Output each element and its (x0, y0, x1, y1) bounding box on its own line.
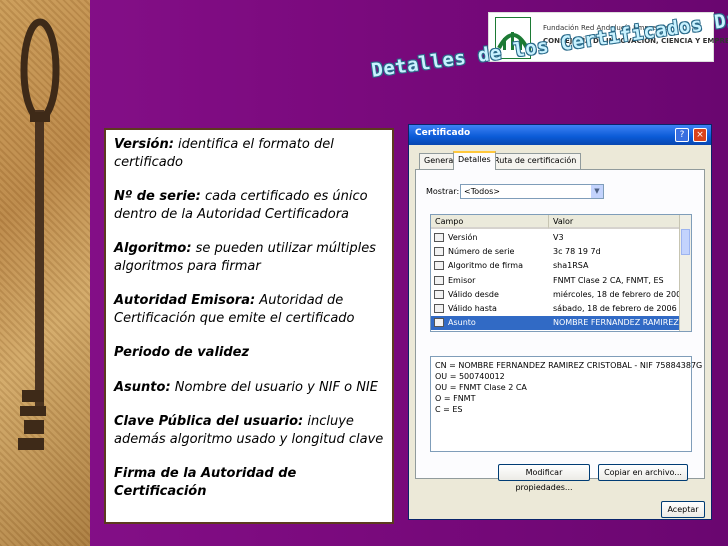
field-value: sha1RSA (553, 261, 589, 271)
dialog-title: Certificado (415, 128, 471, 138)
info-entry-algorithm: Algoritmo: se pueden utilizar múltiples … (114, 241, 376, 274)
certificate-dialog: Certificado ? × General Ruta de certific… (408, 124, 712, 520)
info-entry-issuer: Autoridad Emisora: Autoridad de Certific… (114, 293, 355, 326)
detail-line: O = FNMT (435, 394, 476, 403)
edit-properties-button[interactable]: Modificar propiedades... (498, 464, 590, 492)
list-item[interactable]: Versión V3 (431, 231, 681, 245)
info-entry-serial: Nº de serie: cada certificado es único d… (114, 189, 368, 222)
field-icon (434, 318, 444, 328)
copy-to-file-button[interactable]: Copiar en archivo... (598, 464, 688, 481)
field-value: 3c 78 19 7d (553, 247, 601, 257)
scrollbar[interactable] (679, 215, 691, 331)
accept-button[interactable]: Aceptar (661, 501, 705, 518)
dialog-titlebar[interactable]: Certificado ? × (409, 125, 711, 145)
detail-line: OU = FNMT Clase 2 CA (435, 383, 527, 392)
list-item[interactable]: Válido desde miércoles, 18 de febrero de … (431, 288, 681, 302)
scrollbar-thumb[interactable] (681, 229, 690, 255)
field-icon (434, 233, 444, 242)
field-value: miércoles, 18 de febrero de 2004 1 (553, 289, 681, 299)
antique-key-photo (0, 0, 90, 546)
field-name: Número de serie (448, 247, 515, 257)
detail-line: OU = 500740012 (435, 372, 505, 381)
field-icon (434, 275, 444, 285)
tab-certification-path[interactable]: Ruta de certificación (489, 153, 582, 169)
list-item[interactable]: Asunto NOMBRE FERNANDEZ RAMIREZ CRIS (431, 316, 681, 331)
list-item[interactable]: Válido hasta sábado, 18 de febrero de 200… (431, 302, 681, 316)
field-icon (434, 261, 444, 271)
field-value: sábado, 18 de febrero de 2006 18 (553, 304, 681, 313)
key-icon (18, 18, 60, 450)
detail-line: CN = NOMBRE FERNANDEZ RAMIREZ CRISTOBAL … (435, 361, 703, 370)
help-button[interactable]: ? (675, 128, 689, 142)
field-name: Algoritmo de firma (448, 261, 523, 271)
column-header-field[interactable]: Campo (431, 215, 549, 229)
info-entry-validity: Periodo de validez (114, 345, 250, 360)
field-name: Emisor (448, 275, 476, 285)
field-name: Versión (448, 233, 478, 242)
detail-line: C = ES (435, 405, 463, 414)
field-value: V3 (553, 233, 564, 242)
fields-list[interactable]: Campo Valor Versión V3 Número de serie 3c 7… (430, 214, 692, 332)
field-icon (434, 247, 444, 257)
field-value: FNMT Clase 2 CA, FNMT, ES (553, 275, 664, 285)
field-icon (434, 304, 444, 313)
show-label: Mostrar: (426, 187, 460, 196)
show-select-value: <Todos> (464, 187, 500, 196)
info-entry-version: Versión: identifica el formato del certi… (114, 137, 334, 170)
list-item[interactable]: Algoritmo de firma sha1RSA (431, 259, 681, 273)
list-item[interactable]: Emisor FNMT Clase 2 CA, FNMT, ES (431, 274, 681, 288)
field-detail-box[interactable]: CN = NOMBRE FERNANDEZ RAMIREZ CRISTOBAL … (430, 356, 703, 452)
field-name: Asunto (448, 318, 476, 328)
field-value: NOMBRE FERNANDEZ RAMIREZ CRIS (553, 318, 681, 328)
show-select[interactable]: <Todos> ▼ (460, 184, 604, 199)
field-name: Válido desde (448, 289, 499, 299)
tab-details[interactable]: Detalles (453, 151, 496, 170)
details-tab-page: Mostrar: <Todos> ▼ Campo Valor Versión V3… (415, 169, 705, 492)
field-icon (434, 289, 444, 299)
info-text-box: Versión: identifica el formato del certi… (104, 128, 394, 524)
field-name: Válido hasta (448, 304, 497, 313)
info-entry-public-key: Clave Pública del usuario: incluye ademá… (114, 414, 384, 447)
info-entry-signature: Firma de la Autoridad de Certificación (114, 466, 297, 499)
slide: Fundación Red Andalucía Emprende CONSEJE… (0, 0, 728, 546)
close-button[interactable]: × (693, 128, 707, 142)
column-header-value[interactable]: Valor (549, 215, 681, 229)
info-entry-subject: Asunto: Nombre del usuario y NIF o NIE (114, 379, 378, 395)
list-item[interactable]: Número de serie 3c 78 19 7d (431, 245, 681, 259)
chevron-down-icon[interactable]: ▼ (591, 185, 603, 198)
